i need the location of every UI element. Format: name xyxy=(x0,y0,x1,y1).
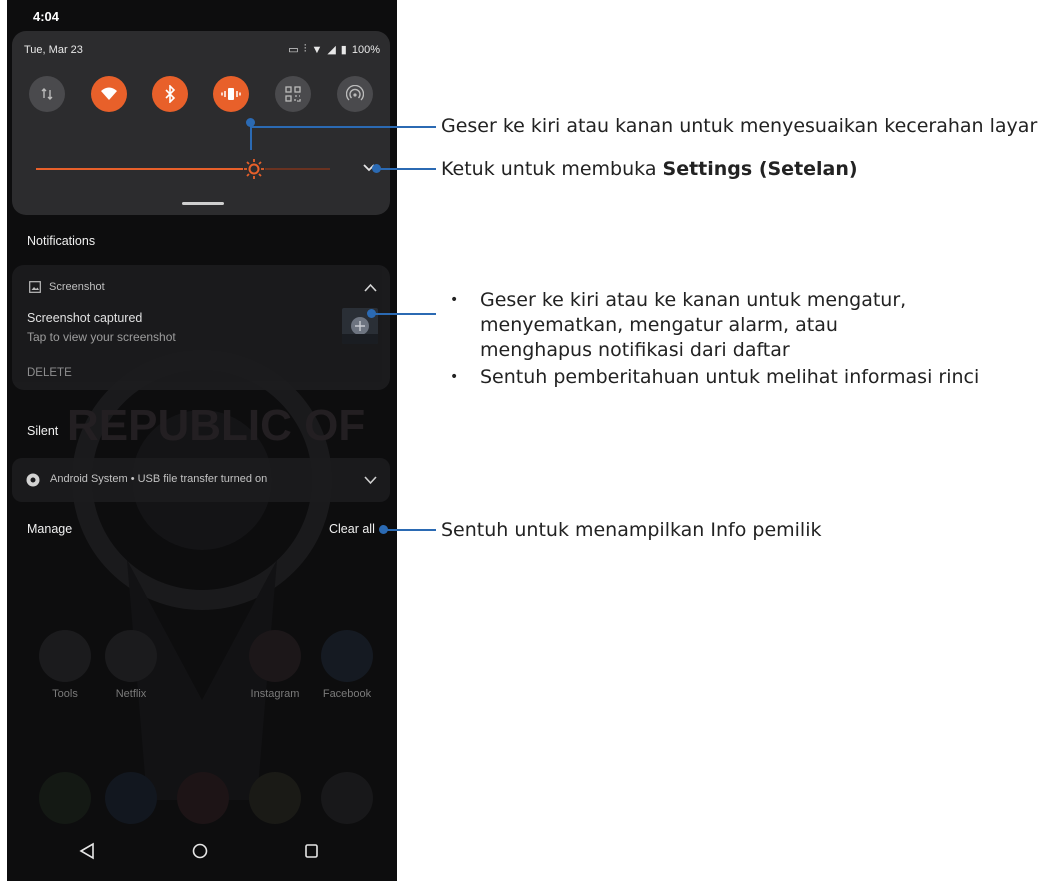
tile-qr-scan[interactable] xyxy=(275,76,311,112)
clear-all-callout-line xyxy=(385,529,436,531)
home-icon[interactable] xyxy=(192,843,208,859)
tile-mobile-data[interactable] xyxy=(29,76,65,112)
notification-callout-list: Geser ke kiri atau ke kanan untuk mengat… xyxy=(440,288,1000,392)
settings-callout-text: Ketuk untuk membuka Settings (Setelan) xyxy=(441,157,858,182)
app-label-netflix[interactable]: Netflix xyxy=(96,688,166,700)
notification-title: Screenshot captured xyxy=(27,311,143,325)
vibrate-icon xyxy=(221,88,241,100)
chevron-up-icon[interactable] xyxy=(364,283,377,292)
tile-vibrate[interactable] xyxy=(213,76,249,112)
settings-callout-line xyxy=(378,168,436,170)
battery-saver-icon: ▭ xyxy=(288,44,299,56)
status-icons: ▭ ⫶ ▼ ◢ ▮ 100% xyxy=(288,43,380,56)
callout-bullet-1: Geser ke kiri atau ke kanan untuk mengat… xyxy=(440,288,940,363)
app-label-facebook[interactable]: Facebook xyxy=(312,688,382,700)
brightness-callout-text: Geser ke kiri atau kanan untuk menyesuai… xyxy=(441,115,1038,137)
wifi-status-icon: ▼ xyxy=(311,43,323,56)
recents-icon[interactable] xyxy=(305,844,318,858)
qr-scan-icon xyxy=(285,86,301,102)
navigation-bar xyxy=(79,842,318,860)
battery-percent: 100% xyxy=(351,43,380,56)
image-icon xyxy=(29,281,41,293)
app-label-instagram[interactable]: Instagram xyxy=(240,688,310,700)
clear-all-callout-text: Sentuh untuk menampilkan Info pemilik xyxy=(441,519,822,541)
bluetooth-icon xyxy=(165,85,176,103)
signal-icon: ◢ xyxy=(327,44,336,56)
vibrate-status-icon: ⫶ xyxy=(303,43,307,55)
hotspot-icon xyxy=(346,85,364,101)
tile-hotspot[interactable] xyxy=(337,76,373,112)
notification-callout-line xyxy=(373,313,436,315)
brightness-callout-dot xyxy=(246,118,255,127)
silent-header: Silent xyxy=(27,424,59,438)
settings-callout-prefix: Ketuk untuk membuka xyxy=(441,158,663,180)
data-arrows-icon xyxy=(41,88,53,100)
tile-wifi[interactable] xyxy=(91,76,127,112)
tile-bluetooth[interactable] xyxy=(152,76,188,112)
android-system-icon xyxy=(26,473,40,487)
usb-notification-text: Android System • USB file transfer turne… xyxy=(50,473,268,485)
quick-settings-panel: Tue, Mar 23 ▭ ⫶ ▼ ◢ ▮ 100% xyxy=(12,31,390,215)
panel-drag-handle[interactable] xyxy=(182,202,224,205)
battery-icon: ▮ xyxy=(340,44,347,56)
callout-bullet-2: Sentuh pemberitahuan untuk melihat infor… xyxy=(440,365,980,390)
app-label-tools[interactable]: Tools xyxy=(30,688,100,700)
brightness-track-empty[interactable] xyxy=(264,168,330,170)
settings-callout-bold: Settings (Setelan) xyxy=(662,158,858,180)
brightness-sun-icon[interactable] xyxy=(243,158,265,180)
svg-text:REPUBLIC OF: REPUBLIC OF xyxy=(67,401,365,450)
brightness-callout-connector xyxy=(250,127,252,150)
clear-all-button[interactable]: Clear all xyxy=(329,522,375,536)
brightness-callout-line xyxy=(250,126,436,128)
status-date: Tue, Mar 23 xyxy=(24,44,83,56)
phone-screen: REPUBLIC OF Tools Netflix Instagram Face… xyxy=(7,0,397,881)
manage-button[interactable]: Manage xyxy=(27,522,72,536)
notifications-header: Notifications xyxy=(27,234,96,248)
wifi-icon xyxy=(101,87,117,100)
back-icon[interactable] xyxy=(79,842,94,860)
delete-button[interactable]: DELETE xyxy=(27,367,72,379)
notification-body: Tap to view your screenshot xyxy=(27,330,176,344)
status-time: 4:04 xyxy=(33,9,60,24)
chevron-down-expand-icon[interactable] xyxy=(364,476,377,485)
brightness-track-filled[interactable] xyxy=(36,168,243,170)
usb-notification[interactable]: Android System • USB file transfer turne… xyxy=(12,458,390,502)
notification-app-name: Screenshot xyxy=(49,281,105,293)
screenshot-notification[interactable]: Screenshot Screenshot captured Tap to vi… xyxy=(12,265,390,390)
